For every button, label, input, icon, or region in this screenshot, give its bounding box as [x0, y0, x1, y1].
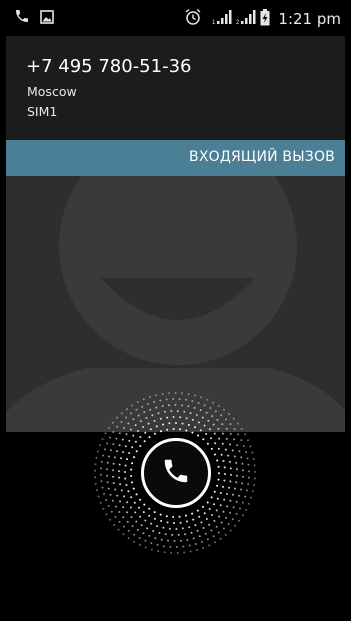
- incoming-call-screen: 1 2 1:21 pm +7 495 780-51-36 Moscow SIM1…: [6, 0, 345, 621]
- alarm-icon: [184, 8, 202, 30]
- svg-text:1: 1: [212, 20, 216, 25]
- status-bar: 1 2 1:21 pm: [6, 0, 345, 36]
- call-state-label: ВХОДЯЩИЙ ВЫЗОВ: [189, 149, 335, 165]
- sim-label: SIM1: [27, 104, 58, 119]
- picture-icon: [40, 9, 54, 28]
- battery-charging-icon: [260, 8, 270, 30]
- phone-handset-icon: [161, 456, 191, 490]
- caller-number: +7 495 780-51-36: [26, 56, 192, 77]
- status-time: 1:21 pm: [278, 10, 341, 28]
- svg-text:2: 2: [236, 20, 240, 25]
- contact-photo: [6, 176, 345, 432]
- call-state-banner: ВХОДЯЩИЙ ВЫЗОВ: [6, 140, 345, 176]
- answer-call-handle[interactable]: [141, 438, 211, 508]
- caller-info: +7 495 780-51-36 Moscow SIM1: [6, 36, 345, 140]
- default-avatar-icon: [6, 176, 345, 432]
- caller-location: Moscow: [27, 84, 77, 99]
- phone-icon: [14, 8, 30, 28]
- signal-sim2-icon: 2: [236, 9, 256, 29]
- signal-sim1-icon: 1: [212, 9, 232, 29]
